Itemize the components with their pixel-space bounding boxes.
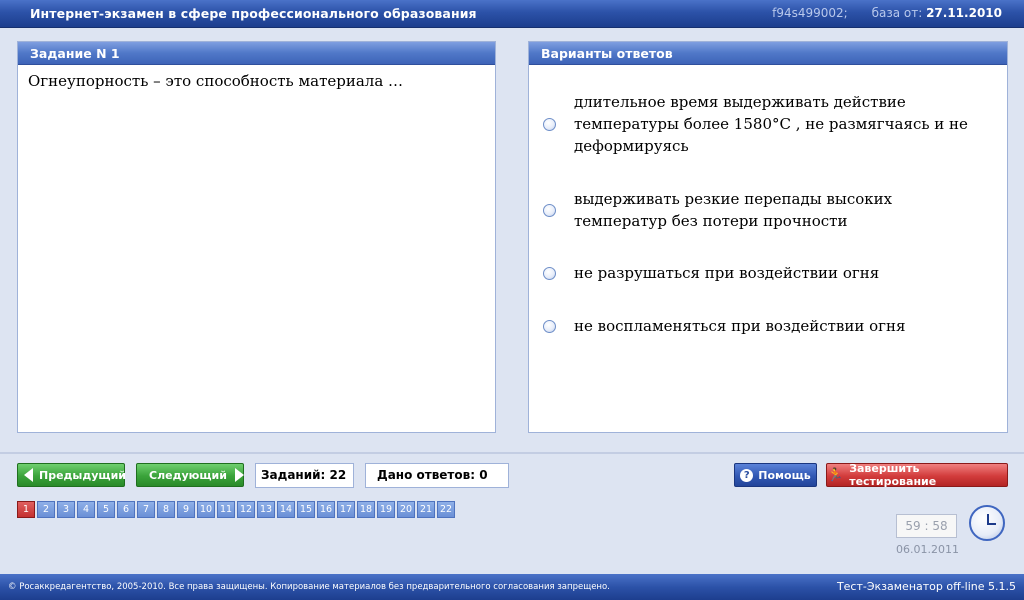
tasks-count: Заданий: 22 xyxy=(255,463,354,488)
answers-given-count: Дано ответов: 0 xyxy=(365,463,509,488)
footer: © Росаккредагентство, 2005-2010. Все пра… xyxy=(0,574,1024,600)
timer-date: 06.01.2011 xyxy=(896,543,959,556)
timer-display: 59 : 58 xyxy=(896,514,957,538)
radio-button[interactable] xyxy=(543,266,556,280)
version-text: Тест-Экзаменатор off-line 5.1.5 xyxy=(836,580,1016,593)
question-number-13[interactable]: 13 xyxy=(257,501,275,518)
finish-button-label: Завершить тестирование xyxy=(849,462,937,488)
question-number-14[interactable]: 14 xyxy=(277,501,295,518)
question-number-4[interactable]: 4 xyxy=(77,501,95,518)
answer-text: выдерживать резкие перепады высоких темп… xyxy=(574,190,893,230)
finish-test-button[interactable]: 🏃 Завершить тестирование xyxy=(826,462,1008,488)
prev-button-label: Предыдущий xyxy=(39,468,127,482)
next-button-label: Следующий xyxy=(149,468,227,482)
prev-button[interactable]: Предыдущий xyxy=(17,463,127,487)
question-number-2[interactable]: 2 xyxy=(37,501,55,518)
base-date: 27.11.2010 xyxy=(926,6,1002,20)
question-panel: Задание N 1 Огнеупорность – это способно… xyxy=(17,41,496,433)
clock-icon xyxy=(969,505,1005,541)
question-number-22[interactable]: 22 xyxy=(437,501,455,518)
question-number-1[interactable]: 1 xyxy=(17,501,35,518)
question-number-9[interactable]: 9 xyxy=(177,501,195,518)
question-number-10[interactable]: 10 xyxy=(197,501,215,518)
answer-text: не разрушаться при воздействии огня xyxy=(574,264,880,282)
answer-option-2[interactable]: выдерживать резкие перепады высоких темп… xyxy=(543,188,983,232)
help-button[interactable]: ? Помощь xyxy=(734,463,817,487)
arrow-right-icon xyxy=(234,468,244,482)
answer-option-3[interactable]: не разрушаться при воздействии огня xyxy=(543,262,983,284)
question-number-18[interactable]: 18 xyxy=(357,501,375,518)
help-button-label: Помощь xyxy=(758,468,811,482)
radio-button[interactable] xyxy=(543,319,556,333)
answers-heading: Варианты ответов xyxy=(529,42,1007,65)
answer-option-1[interactable]: длительное время выдерживать действие те… xyxy=(543,91,983,157)
next-button[interactable]: Следующий xyxy=(136,463,244,487)
base-label: база от: xyxy=(871,6,923,20)
title-bar: Интернет-экзамен в сфере профессионально… xyxy=(0,0,1024,28)
question-number-11[interactable]: 11 xyxy=(217,501,235,518)
question-text: Огнеупорность – это способность материал… xyxy=(28,72,404,90)
question-number-20[interactable]: 20 xyxy=(397,501,415,518)
question-number-15[interactable]: 15 xyxy=(297,501,315,518)
question-number-12[interactable]: 12 xyxy=(237,501,255,518)
answer-option-4[interactable]: не воспламеняться при воздействии огня xyxy=(543,315,983,337)
question-number-3[interactable]: 3 xyxy=(57,501,75,518)
divider xyxy=(0,452,1024,454)
question-number-7[interactable]: 7 xyxy=(137,501,155,518)
radio-button[interactable] xyxy=(543,203,556,217)
runner-icon: 🏃 xyxy=(827,467,844,483)
question-number-21[interactable]: 21 xyxy=(417,501,435,518)
app-title: Интернет-экзамен в сфере профессионально… xyxy=(30,6,477,21)
copyright-text: © Росаккредагентство, 2005-2010. Все пра… xyxy=(8,582,610,592)
question-number-6[interactable]: 6 xyxy=(117,501,135,518)
question-number-17[interactable]: 17 xyxy=(337,501,355,518)
arrow-left-icon xyxy=(24,468,33,482)
answer-text: не воспламеняться при воздействии огня xyxy=(574,317,906,335)
answers-panel: Варианты ответов длительное время выдерж… xyxy=(528,41,1008,433)
question-number-16[interactable]: 16 xyxy=(317,501,335,518)
question-number-grid: 1 2 3 4 5 6 7 8 9 10 11 12 13 14 15 16 17 18 19 20 21 22 xyxy=(17,501,457,518)
question-number-5[interactable]: 5 xyxy=(97,501,115,518)
answer-text: длительное время выдерживать действие те… xyxy=(574,93,968,155)
radio-button[interactable] xyxy=(543,117,556,131)
test-meta: f94s499002; база от: 27.11.2010 xyxy=(772,6,1002,20)
question-heading: Задание N 1 xyxy=(18,42,495,65)
question-number-8[interactable]: 8 xyxy=(157,501,175,518)
question-number-19[interactable]: 19 xyxy=(377,501,395,518)
test-id: f94s499002; xyxy=(772,6,848,20)
help-icon: ? xyxy=(740,468,754,482)
